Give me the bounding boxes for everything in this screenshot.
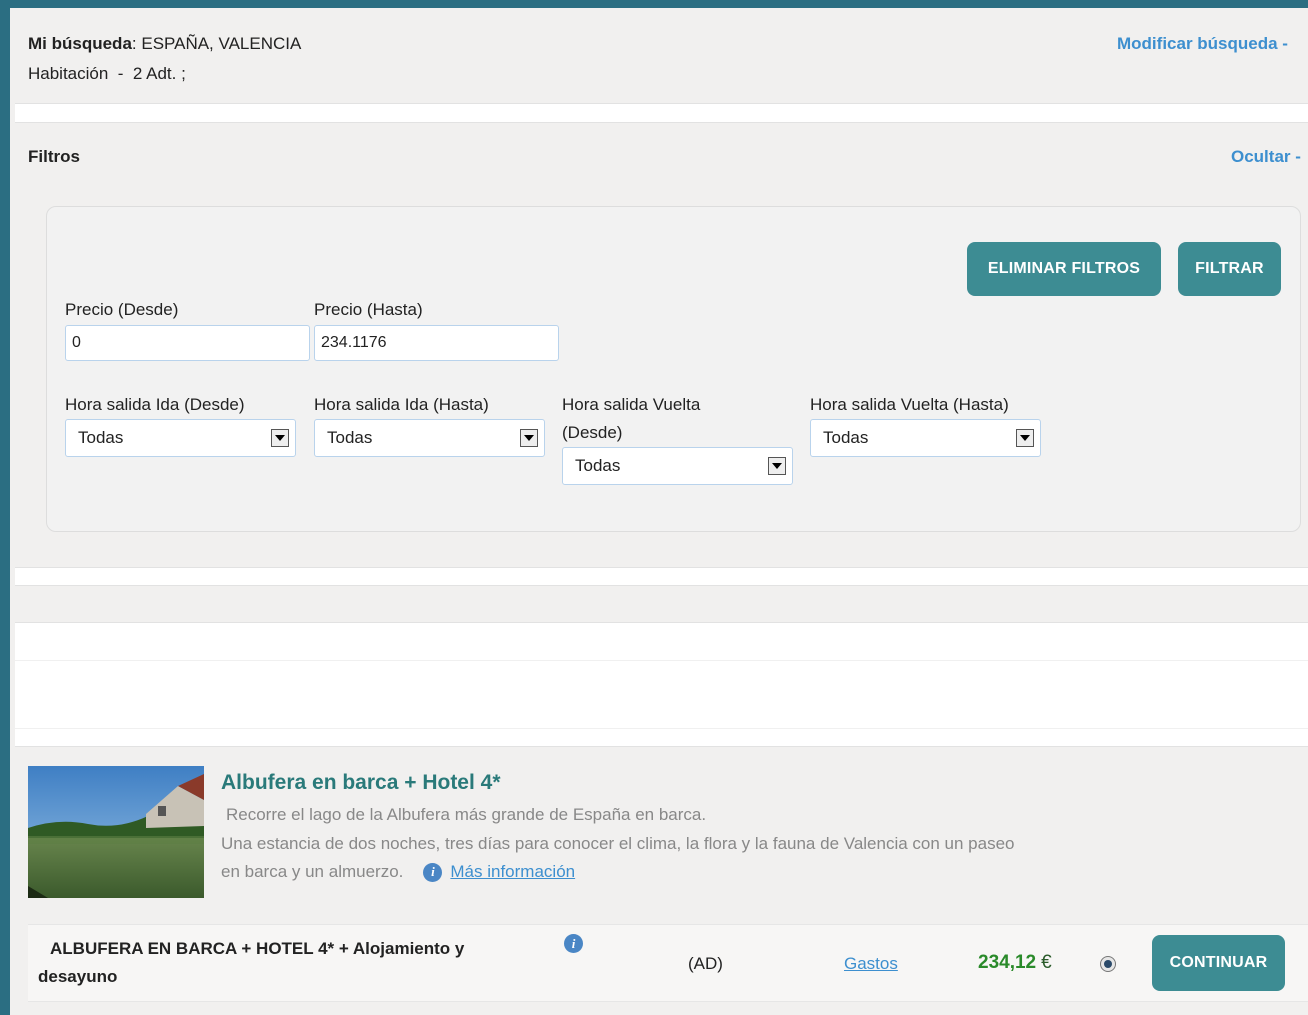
price: 234,12 € bbox=[978, 952, 1052, 974]
radio-dot bbox=[1104, 960, 1112, 968]
product-desc-line2: Una estancia de dos noches, tres días pa… bbox=[221, 834, 1015, 853]
dep-out-to-label: Hora salida Ida (Hasta) bbox=[314, 395, 489, 414]
search-rooms: Habitación - 2 Adt. ; bbox=[28, 64, 186, 83]
divider bbox=[15, 728, 1308, 729]
search-label: Mi búsqueda bbox=[28, 34, 132, 53]
chevron-down-icon[interactable] bbox=[520, 429, 538, 447]
dep-back-from-select[interactable]: Todas bbox=[562, 447, 793, 485]
dep-out-to-select[interactable]: Todas bbox=[314, 419, 545, 457]
dep-out-from-value: Todas bbox=[78, 428, 124, 447]
price-from-label: Precio (Desde) bbox=[65, 300, 179, 319]
dep-back-to-label: Hora salida Vuelta (Hasta) bbox=[810, 395, 1009, 414]
product-desc-line3-row: en barca y un almuerzo. i Más informació… bbox=[221, 862, 575, 882]
dep-back-to-value: Todas bbox=[823, 428, 869, 447]
fees-link[interactable]: Gastos bbox=[844, 954, 898, 974]
result-name-line2: desayuno bbox=[38, 967, 118, 986]
search-summary: Mi búsqueda: ESPAÑA, VALENCIA bbox=[28, 34, 301, 54]
result-row bbox=[28, 924, 1308, 1002]
dep-back-to-select[interactable]: Todas bbox=[810, 419, 1041, 457]
price-value: 234,12 bbox=[978, 952, 1037, 973]
result-name-line1: ALBUFERA EN BARCA + HOTEL 4* + Alojamien… bbox=[50, 939, 465, 958]
product-desc-line3: en barca y un almuerzo. bbox=[221, 862, 404, 881]
product-desc-line1: Recorre el lago de la Albufera más grand… bbox=[226, 805, 707, 824]
spacer-band bbox=[15, 568, 1308, 585]
dep-back-from-label-2: (Desde) bbox=[562, 423, 623, 442]
chevron-down-icon[interactable] bbox=[271, 429, 289, 447]
search-value: : ESPAÑA, VALENCIA bbox=[131, 34, 302, 53]
price-to-label: Precio (Hasta) bbox=[314, 300, 423, 319]
chevron-down-icon[interactable] bbox=[1016, 429, 1034, 447]
board-type: (AD) bbox=[688, 954, 723, 973]
divider bbox=[15, 585, 1308, 586]
info-icon[interactable]: i bbox=[423, 862, 443, 882]
divider bbox=[15, 122, 1308, 123]
hide-filters-link[interactable]: Ocultar - bbox=[1231, 147, 1301, 167]
product-photo bbox=[28, 766, 204, 898]
price-currency: € bbox=[1041, 952, 1052, 973]
dep-out-from-select[interactable]: Todas bbox=[65, 419, 296, 457]
filters-title: Filtros bbox=[28, 147, 80, 166]
clear-filters-button[interactable]: ELIMINAR FILTROS bbox=[967, 242, 1161, 296]
divider bbox=[15, 746, 1308, 747]
select-radio[interactable] bbox=[1100, 956, 1116, 972]
price-to-input[interactable]: 234.1176 bbox=[314, 325, 559, 361]
info-icon[interactable]: i bbox=[564, 934, 583, 953]
continue-button[interactable]: CONTINUAR bbox=[1152, 935, 1285, 991]
chevron-down-icon[interactable] bbox=[768, 457, 786, 475]
spacer-band bbox=[15, 104, 1308, 122]
results-panel: Mi búsqueda: ESPAÑA, VALENCIA Habitación… bbox=[10, 8, 1308, 1015]
more-info-link[interactable]: Más información bbox=[450, 862, 575, 882]
dep-out-from-label: Hora salida Ida (Desde) bbox=[65, 395, 245, 414]
modify-search-link[interactable]: Modificar búsqueda - bbox=[1117, 34, 1288, 54]
divider bbox=[15, 660, 1308, 661]
dep-out-to-value: Todas bbox=[327, 428, 373, 447]
price-from-input[interactable]: 0 bbox=[65, 325, 310, 361]
dep-back-from-value: Todas bbox=[575, 456, 621, 475]
product-title: Albufera en barca + Hotel 4* bbox=[221, 771, 501, 794]
dep-back-from-label-1: Hora salida Vuelta bbox=[562, 395, 701, 414]
filter-button[interactable]: FILTRAR bbox=[1178, 242, 1281, 296]
